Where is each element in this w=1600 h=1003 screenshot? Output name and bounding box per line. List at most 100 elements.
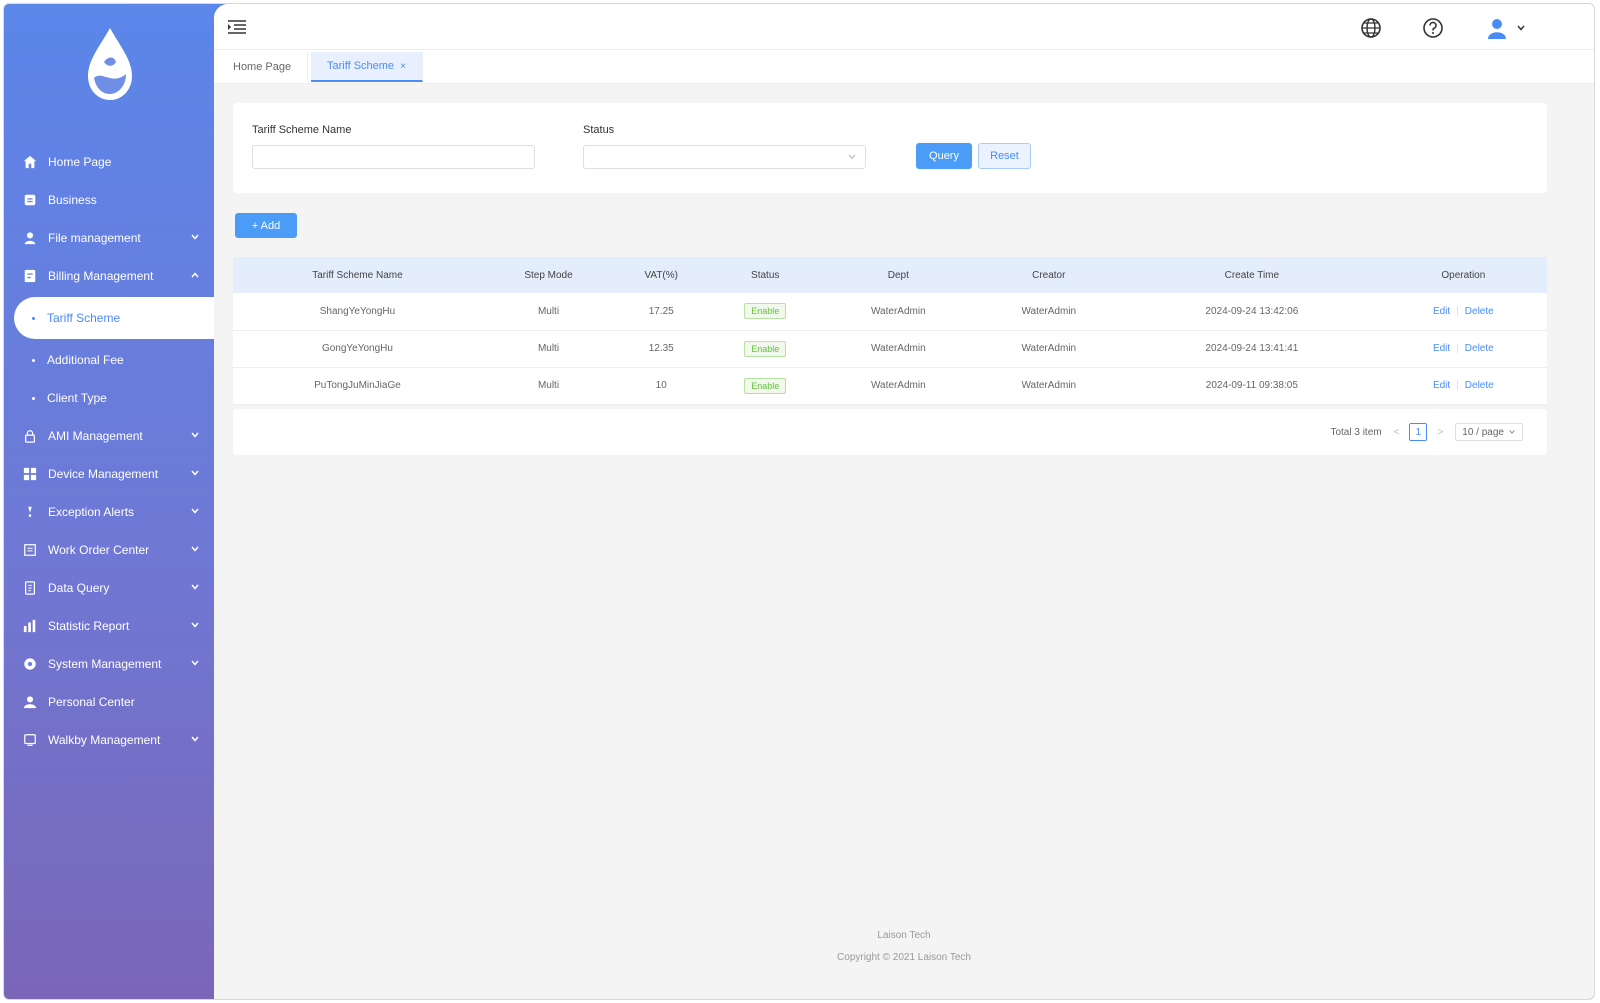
cell-create-time: 2024-09-24 13:42:06 — [1124, 293, 1380, 331]
column-header: Tariff Scheme Name — [233, 257, 482, 293]
tariff-name-input[interactable] — [252, 145, 535, 169]
bar-chart-icon — [22, 618, 38, 634]
footer-copyright: Copyright © 2021 Laison Tech — [837, 952, 971, 963]
cell-status: Enable — [707, 367, 824, 405]
page-number-button[interactable]: 1 — [1409, 423, 1428, 441]
sidebar-item-data-query[interactable]: Data Query — [4, 569, 216, 607]
sidebar-item-personal-center[interactable]: Personal Center — [4, 683, 216, 721]
sidebar-item-label: Personal Center — [48, 695, 135, 709]
status-label: Status — [583, 124, 615, 136]
tab-label: Tariff Scheme — [327, 60, 395, 72]
column-header: Operation — [1379, 257, 1547, 293]
total-count: Total 3 item — [1330, 426, 1382, 438]
workorder-icon — [22, 542, 38, 558]
sidebar-item-label: Work Order Center — [48, 543, 150, 557]
cell-name: PuTongJuMinJiaGe — [233, 367, 482, 405]
sidebar-item-label: System Management — [48, 657, 162, 671]
chevron-down-icon — [191, 234, 199, 240]
page-size-label: 10 / page — [1462, 426, 1504, 438]
sidebar-item-client-type[interactable]: Client Type — [4, 379, 216, 417]
sidebar-item-label: Additional Fee — [47, 353, 124, 367]
user-icon — [22, 694, 38, 710]
tab-tariff-scheme[interactable]: Tariff Scheme × — [311, 52, 423, 82]
status-badge: Enable — [744, 340, 787, 357]
sidebar-item-label: Walkby Management — [48, 733, 161, 747]
chevron-down-icon — [191, 470, 199, 476]
cell-vat: 10 — [615, 367, 708, 405]
cell-operation: Edit | Delete — [1379, 367, 1547, 405]
bullet-dot — [32, 396, 35, 400]
search-form: Tariff Scheme Name Status Query Reset — [233, 103, 1547, 193]
tab-label: Home Page — [233, 61, 292, 73]
sidebar-item-file-management[interactable]: File management — [4, 219, 216, 257]
column-header: VAT(%) — [615, 257, 708, 293]
sidebar-item-ami-management[interactable]: AMI Management — [4, 417, 216, 455]
cell-step-mode: Multi — [481, 367, 616, 405]
grid-icon — [22, 466, 38, 482]
edit-link[interactable]: Edit — [1433, 306, 1450, 317]
edit-link[interactable]: Edit — [1433, 343, 1450, 354]
prev-page-button[interactable]: < — [1394, 427, 1400, 438]
cell-operation: Edit | Delete — [1379, 330, 1547, 368]
delete-link[interactable]: Delete — [1465, 380, 1494, 391]
column-header: Step Mode — [481, 257, 616, 293]
help-icon[interactable] — [1422, 17, 1444, 39]
sidebar-item-label: Home Page — [48, 155, 112, 169]
chevron-down-icon — [1509, 430, 1515, 435]
next-page-button[interactable]: > — [1437, 427, 1443, 438]
cell-step-mode: Multi — [481, 293, 616, 331]
sidebar-item-statistic-report[interactable]: Statistic Report — [4, 607, 216, 645]
globe-icon[interactable] — [1360, 17, 1382, 39]
billing-icon — [22, 268, 38, 284]
sidebar-item-label: Device Management — [48, 467, 159, 481]
chevron-down-icon — [191, 508, 199, 514]
sidebar-item-label: Tariff Scheme — [47, 311, 121, 325]
cell-dept: WaterAdmin — [823, 293, 974, 331]
sidebar-item-label: Exception Alerts — [48, 505, 135, 519]
pagination-bar: Total 3 item < 1 > 10 / page — [233, 409, 1547, 455]
cell-dept: WaterAdmin — [823, 330, 974, 368]
sidebar-item-device-management[interactable]: Device Management — [4, 455, 216, 493]
sidebar-item-billing-management[interactable]: Billing Management — [4, 257, 216, 295]
cell-create-time: 2024-09-11 09:38:05 — [1124, 367, 1380, 405]
status-select[interactable] — [583, 145, 866, 169]
sidebar-item-system-management[interactable]: System Management — [4, 645, 216, 683]
add-button[interactable]: + Add — [235, 213, 297, 238]
main-content: Home Page Tariff Scheme × Tariff Scheme … — [214, 4, 1594, 999]
sidebar-item-tariff-scheme[interactable]: Tariff Scheme — [14, 297, 216, 339]
avatar-icon[interactable] — [1486, 17, 1508, 39]
sidebar-item-business[interactable]: Business — [4, 181, 216, 219]
page-size-select[interactable]: 10 / page — [1455, 423, 1523, 441]
tab-home-page[interactable]: Home Page — [217, 52, 309, 82]
chevron-down-icon[interactable] — [1516, 23, 1526, 33]
query-button[interactable]: Query — [916, 143, 972, 169]
cell-dept: WaterAdmin — [823, 367, 974, 405]
tariff-name-label: Tariff Scheme Name — [252, 124, 352, 136]
chevron-down-icon — [191, 660, 199, 666]
sidebar-item-home-page[interactable]: Home Page — [4, 143, 216, 181]
delete-link[interactable]: Delete — [1465, 343, 1494, 354]
cell-name: GongYeYongHu — [233, 330, 482, 368]
sidebar-item-exception-alerts[interactable]: Exception Alerts — [4, 493, 216, 531]
edit-link[interactable]: Edit — [1433, 380, 1450, 391]
sidebar-item-walkby-management[interactable]: Walkby Management — [4, 721, 216, 759]
sidebar-item-additional-fee[interactable]: Additional Fee — [4, 341, 216, 379]
menu-collapse-icon[interactable] — [228, 20, 246, 34]
table-row: ShangYeYongHu Multi 17.25 Enable WaterAd… — [233, 293, 1547, 331]
delete-link[interactable]: Delete — [1465, 306, 1494, 317]
tariff-table: Tariff Scheme Name Step Mode VAT(%) Stat… — [233, 257, 1547, 405]
column-header: Dept — [823, 257, 974, 293]
document-icon — [22, 580, 38, 596]
column-header: Creator — [973, 257, 1125, 293]
close-icon[interactable]: × — [400, 61, 406, 72]
sidebar-item-work-order-center[interactable]: Work Order Center — [4, 531, 216, 569]
reset-button[interactable]: Reset — [978, 143, 1031, 169]
column-header: Status — [707, 257, 824, 293]
home-icon — [22, 154, 38, 170]
status-badge: Enable — [744, 303, 787, 320]
file-user-icon — [22, 230, 38, 246]
chevron-down-icon — [848, 154, 856, 160]
business-icon — [22, 192, 38, 208]
sidebar-item-label: Business — [48, 193, 97, 207]
cell-create-time: 2024-09-24 13:41:41 — [1124, 330, 1380, 368]
